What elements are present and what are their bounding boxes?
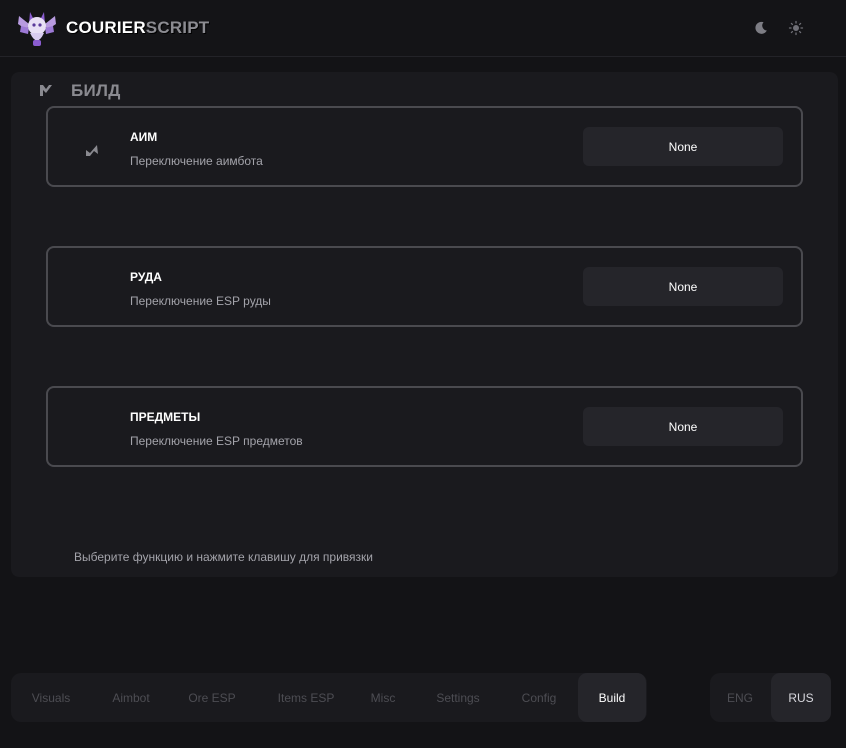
- arrow-up-right-icon: [86, 145, 98, 156]
- section-title: БИЛД: [71, 81, 121, 100]
- lang-rus[interactable]: RUS: [771, 673, 831, 722]
- card-title: АИМ: [130, 130, 158, 144]
- card-title: РУДА: [130, 270, 162, 284]
- keybind-card-items[interactable]: ПРЕДМЕТЫ Переключение ESP предметов None: [46, 386, 803, 467]
- winged-cat-logo-icon: [18, 12, 56, 46]
- card-title: ПРЕДМЕТЫ: [130, 410, 201, 424]
- keybind-button-items[interactable]: None: [583, 407, 783, 446]
- sun-icon[interactable]: [788, 20, 804, 36]
- lang-eng[interactable]: ENG: [710, 673, 770, 722]
- card-description: Переключение ESP руды: [130, 294, 271, 308]
- brand-primary: COURIER: [66, 18, 146, 37]
- tab-build[interactable]: Build: [578, 673, 646, 722]
- keybind-card-ore[interactable]: РУДА Переключение ESP руды None: [46, 246, 803, 327]
- keybind-card-aim[interactable]: АИМ Переключение аимбота None: [46, 106, 803, 187]
- brand-secondary: SCRIPT: [145, 18, 210, 37]
- tab-visuals[interactable]: Visuals: [19, 673, 83, 722]
- bottom-tab-bar: Visuals Aimbot Ore ESP Items ESP Misc Se…: [11, 673, 647, 722]
- brand-title: COURIERSCRIPT: [66, 18, 209, 38]
- card-description: Переключение аимбота: [130, 154, 263, 168]
- language-switch: ENG RUS: [710, 673, 831, 722]
- tab-misc[interactable]: Misc: [356, 673, 410, 722]
- check-flag-icon: [40, 85, 52, 96]
- keybind-hint: Выберите функцию и нажмите клавишу для п…: [74, 550, 374, 564]
- moon-icon[interactable]: [753, 20, 769, 36]
- keybind-button-ore[interactable]: None: [583, 267, 783, 306]
- tab-items-esp[interactable]: Items ESP: [263, 673, 349, 722]
- card-description: Переключение ESP предметов: [130, 434, 303, 448]
- tab-ore-esp[interactable]: Ore ESP: [176, 673, 248, 722]
- tab-config[interactable]: Config: [507, 673, 571, 722]
- keybind-button-aim[interactable]: None: [583, 127, 783, 166]
- tab-settings[interactable]: Settings: [423, 673, 493, 722]
- tab-aimbot[interactable]: Aimbot: [96, 673, 166, 722]
- app-header: COURIERSCRIPT: [0, 0, 846, 57]
